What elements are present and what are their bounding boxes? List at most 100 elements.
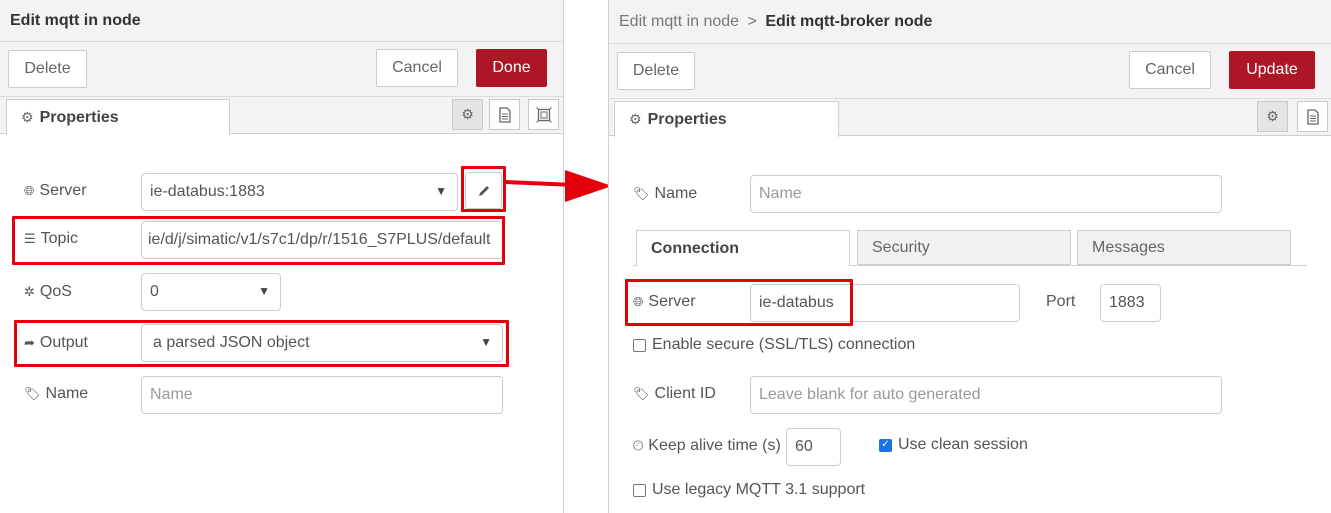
tag-icon: 🏷︎	[633, 386, 650, 401]
keepalive-value: 60	[795, 438, 813, 455]
tab-properties-label: Properties	[39, 108, 119, 126]
breadcrumb-current: Edit mqtt-broker node	[765, 13, 933, 30]
tab-security[interactable]: Security	[857, 230, 1071, 265]
broker-name-placeholder: Name	[759, 185, 802, 202]
appearance-button[interactable]	[528, 99, 559, 130]
broker-server-label: 🌐︎ Server	[633, 291, 696, 313]
cancel-button[interactable]: Cancel	[376, 49, 458, 87]
gear-icon: ⚙	[1266, 108, 1279, 124]
qos-select-value: 0	[150, 283, 159, 300]
description-button[interactable]	[489, 99, 520, 130]
document-icon	[1306, 108, 1319, 125]
qos-label-text: QoS	[39, 283, 72, 300]
broker-server-value: ie-databus	[759, 294, 834, 311]
port-value: 1883	[1109, 294, 1145, 311]
properties-gear-button[interactable]: ⚙	[452, 99, 483, 130]
globe-icon: 🌐︎	[633, 294, 644, 309]
legacy-checkbox[interactable]	[633, 483, 646, 497]
output-select-value: a parsed JSON object	[153, 334, 310, 351]
sign-out-icon: ➦	[24, 335, 35, 350]
chevron-down-icon: ▼	[435, 184, 447, 198]
clean-session-row[interactable]: ✓ Use clean session	[879, 436, 1028, 454]
globe-icon: 🌐︎	[24, 183, 35, 198]
clean-session-label: Use clean session	[898, 436, 1028, 453]
tab-properties-label: Properties	[647, 110, 727, 128]
legacy-checkbox-row[interactable]: Use legacy MQTT 3.1 support	[633, 481, 865, 499]
arrow-head-icon	[565, 170, 612, 202]
broker-name-label-text: Name	[654, 185, 698, 202]
topic-input[interactable]: ie/d/j/simatic/v1/s7c1/dp/r/1516_S7PLUS/…	[141, 221, 503, 259]
server-label: 🌐︎ Server	[24, 180, 87, 202]
tasks-icon: ☰	[24, 231, 36, 246]
breadcrumb-separator: >	[747, 13, 757, 30]
legacy-label: Use legacy MQTT 3.1 support	[652, 481, 866, 498]
client-id-placeholder: Leave blank for auto generated	[759, 386, 981, 403]
breadcrumb-parent[interactable]: Edit mqtt in node	[619, 13, 739, 30]
tab-connection[interactable]: Connection	[636, 230, 850, 266]
topic-label: ☰ Topic	[24, 228, 78, 250]
edit-server-button[interactable]	[465, 172, 502, 209]
topic-input-value: ie/d/j/simatic/v1/s7c1/dp/r/1516_S7PLUS/…	[148, 231, 491, 248]
gear-icon: ⚙	[21, 109, 34, 125]
broker-server-input[interactable]: ie-databus	[750, 284, 1020, 322]
chevron-down-icon: ▼	[480, 335, 492, 349]
cancel-button[interactable]: Cancel	[1129, 51, 1211, 89]
tls-checkbox-row[interactable]: Enable secure (SSL/TLS) connection	[633, 336, 915, 354]
client-id-label: 🏷︎ Client ID	[633, 383, 716, 405]
right-toolbar: Delete Cancel Update	[609, 44, 1331, 99]
mqtt-broker-edit-panel: Edit mqtt in node > Edit mqtt-broker nod…	[608, 0, 1331, 513]
left-toolbar: Delete Cancel Done	[0, 42, 563, 97]
name-label-text: Name	[45, 385, 89, 402]
right-tabstrip: ⚙ Properties ⚙	[609, 99, 1331, 137]
properties-gear-button[interactable]: ⚙	[1257, 101, 1288, 132]
delete-button[interactable]: Delete	[617, 52, 695, 90]
mqtt-in-edit-panel: Edit mqtt in node Delete Cancel Done ⚙ P…	[0, 0, 564, 513]
description-button[interactable]	[1297, 101, 1328, 132]
right-panel-title: Edit mqtt in node > Edit mqtt-broker nod…	[609, 0, 1331, 44]
name-label: 🏷︎ Name	[24, 383, 88, 405]
broker-name-input[interactable]: Name	[750, 175, 1222, 213]
tag-icon: 🏷︎	[633, 186, 650, 201]
tag-icon: 🏷︎	[24, 386, 41, 401]
topic-label-text: Topic	[40, 230, 79, 247]
clock-icon: 🕘︎	[633, 438, 644, 453]
qos-select[interactable]: 0 ▼	[141, 273, 281, 311]
keepalive-label: 🕘︎ Keep alive time (s)	[633, 435, 781, 457]
keepalive-input[interactable]: 60	[786, 428, 841, 466]
chevron-down-icon: ▼	[258, 284, 270, 298]
pencil-icon	[478, 185, 489, 196]
left-panel-title: Edit mqtt in node	[0, 0, 563, 42]
tls-checkbox[interactable]	[633, 338, 646, 352]
name-input-placeholder: Name	[150, 386, 193, 403]
output-label-text: Output	[39, 334, 88, 351]
output-label: ➦ Output	[24, 332, 88, 354]
output-select[interactable]: a parsed JSON object ▼	[141, 324, 503, 362]
delete-button[interactable]: Delete	[8, 50, 87, 88]
clean-session-checkbox[interactable]: ✓	[879, 438, 892, 452]
tab-properties[interactable]: ⚙ Properties	[614, 101, 839, 137]
update-button[interactable]: Update	[1229, 51, 1315, 89]
done-button[interactable]: Done	[476, 49, 547, 87]
client-id-input[interactable]: Leave blank for auto generated	[750, 376, 1222, 414]
left-title-text: Edit mqtt in node	[10, 12, 141, 29]
left-tabstrip: ⚙ Properties ⚙	[0, 97, 563, 135]
name-input[interactable]: Name	[141, 376, 503, 414]
server-select[interactable]: ie-databus:1883 ▼	[141, 173, 458, 211]
port-label: Port	[1046, 293, 1076, 310]
port-input[interactable]: 1883	[1100, 284, 1161, 322]
server-label-text: Server	[39, 182, 87, 199]
keepalive-label-text: Keep alive time (s)	[648, 437, 781, 454]
tab-messages[interactable]: Messages	[1077, 230, 1291, 265]
broker-server-label-text: Server	[648, 293, 696, 310]
document-icon	[498, 106, 511, 123]
gear-icon: ⚙	[461, 106, 474, 122]
qos-label: ✲ QoS	[24, 281, 72, 303]
frame-icon	[535, 106, 552, 123]
client-id-label-text: Client ID	[654, 385, 716, 402]
broker-name-label: 🏷︎ Name	[633, 183, 697, 205]
server-select-value: ie-databus:1883	[150, 183, 265, 200]
tls-label: Enable secure (SSL/TLS) connection	[652, 336, 916, 353]
gear-icon: ⚙	[629, 111, 642, 127]
asterisk-circle-icon: ✲	[24, 284, 35, 299]
tab-properties[interactable]: ⚙ Properties	[6, 99, 230, 135]
